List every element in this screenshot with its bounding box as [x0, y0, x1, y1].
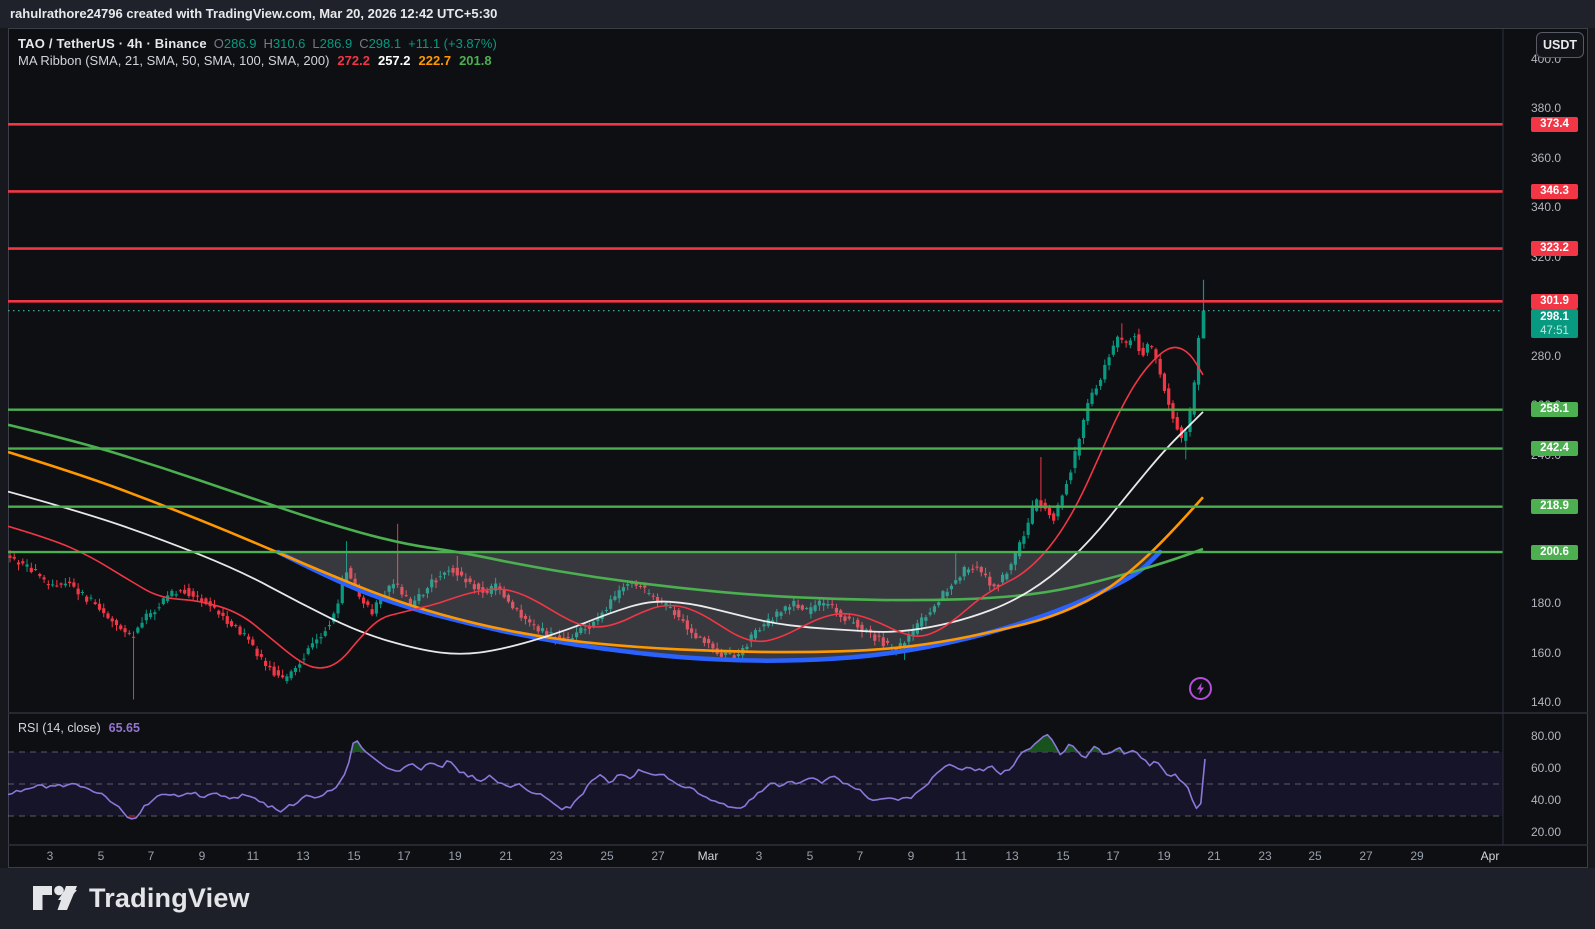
- symbol-row: TAO / TetherUS · 4h · Binance O286.9 H310.…: [18, 35, 497, 52]
- rsi-tick: 80.00: [1530, 729, 1562, 743]
- ohlc-value: 286.9: [319, 36, 353, 51]
- time-tick: 13: [296, 849, 310, 863]
- time-tick: 21: [1207, 849, 1221, 863]
- attribution-text: rahulrathore24796 created with TradingVi…: [10, 6, 498, 21]
- chart-widget[interactable]: [8, 28, 1588, 868]
- ma-value: 272.2: [337, 53, 370, 68]
- time-tick: 9: [907, 849, 915, 863]
- tradingview-logo[interactable]: TradingView: [32, 881, 250, 915]
- ohlc-letter: L: [312, 36, 320, 51]
- support-price-label: 258.1: [1531, 402, 1578, 418]
- attribution-bar: rahulrathore24796 created with TradingVi…: [0, 0, 1595, 28]
- time-tick: 27: [1359, 849, 1373, 863]
- ohlc-values: O286.9 H310.6 L286.9 C298.1: [207, 36, 401, 51]
- price-tick: 380.0: [1530, 101, 1562, 115]
- ma-ribbon-values: 272.2 257.2 222.7 201.8: [329, 53, 491, 68]
- time-tick: 27: [651, 849, 665, 863]
- time-tick: 25: [600, 849, 614, 863]
- lightning-icon[interactable]: [1188, 676, 1213, 701]
- time-tick: 5: [97, 849, 105, 863]
- resistance-price-label: 346.3: [1531, 183, 1578, 199]
- change-value: +11.1 (+3.87%): [408, 36, 497, 51]
- time-tick: 11: [954, 849, 968, 863]
- time-tick: 19: [1157, 849, 1171, 863]
- support-price-label: 218.9: [1531, 499, 1578, 515]
- time-tick: 3: [46, 849, 54, 863]
- lightning-bolt-glyph: [1189, 677, 1212, 700]
- time-tick: 7: [147, 849, 155, 863]
- ohlc-letter: C: [359, 36, 369, 51]
- time-tick: Mar: [697, 849, 719, 863]
- current-price-value: 298.1: [1540, 311, 1569, 323]
- ohlc-letter: O: [213, 36, 224, 51]
- rsi-tick: 40.00: [1530, 793, 1562, 807]
- time-tick: 19: [448, 849, 462, 863]
- time-tick: 17: [397, 849, 411, 863]
- ohlc-value: 286.9: [223, 36, 257, 51]
- price-tick: 340.0: [1530, 200, 1562, 214]
- rsi-tick: 20.00: [1530, 825, 1562, 839]
- price-tick: 180.0: [1530, 596, 1562, 610]
- ohlc-letter: H: [263, 36, 273, 51]
- time-tick: 23: [549, 849, 563, 863]
- symbol-title[interactable]: TAO / TetherUS · 4h · Binance: [18, 36, 207, 51]
- time-tick: 23: [1258, 849, 1272, 863]
- rsi-tick: 60.00: [1530, 761, 1562, 775]
- support-price-label: 242.4: [1531, 441, 1578, 457]
- current-price-label: 298.1 47:51: [1531, 309, 1578, 338]
- ma-value: 257.2: [377, 53, 411, 68]
- time-tick: 15: [1056, 849, 1070, 863]
- tradingview-screenshot: rahulrathore24796 created with TradingVi…: [0, 0, 1595, 929]
- price-tick: 140.0: [1530, 695, 1562, 709]
- rsi-legend: RSI (14, close) 65.65: [18, 721, 140, 735]
- resistance-price-label: 301.9: [1531, 293, 1578, 309]
- currency-toggle-button[interactable]: USDT: [1536, 32, 1584, 58]
- ohlc-value: 310.6: [272, 36, 306, 51]
- time-tick: 15: [347, 849, 361, 863]
- time-tick: 9: [198, 849, 206, 863]
- price-tick: 280.0: [1530, 348, 1562, 363]
- time-tick: Apr: [1480, 849, 1500, 863]
- indicator-title[interactable]: MA Ribbon (SMA, 21, SMA, 50, SMA, 100, S…: [18, 53, 329, 68]
- time-tick: 13: [1005, 849, 1019, 863]
- candle-countdown: 47:51: [1540, 325, 1569, 337]
- resistance-price-label: 323.2: [1531, 241, 1578, 257]
- time-tick: 17: [1106, 849, 1120, 863]
- ohlc-value: 298.1: [368, 36, 402, 51]
- rsi-title[interactable]: RSI (14, close): [18, 721, 101, 735]
- brand-text: TradingView: [89, 882, 250, 913]
- ma-value: 222.7: [418, 53, 452, 68]
- price-tick: 160.0: [1530, 645, 1562, 660]
- time-tick: 21: [499, 849, 513, 863]
- time-tick: 29: [1410, 849, 1424, 863]
- footer-bar: TradingView: [0, 868, 1595, 929]
- ma-value: 201.8: [459, 53, 492, 68]
- rsi-value: 65.65: [108, 721, 140, 735]
- tradingview-glyph-icon: [33, 885, 77, 910]
- time-tick: 7: [856, 849, 864, 863]
- symbol-legend: TAO / TetherUS · 4h · Binance O286.9 H310.…: [18, 35, 497, 69]
- resistance-price-label: 373.4: [1531, 116, 1578, 132]
- indicator-row: MA Ribbon (SMA, 21, SMA, 50, SMA, 100, S…: [18, 52, 497, 69]
- time-tick: 11: [246, 849, 260, 863]
- price-tick: 360.0: [1530, 150, 1562, 165]
- time-tick: 25: [1308, 849, 1322, 863]
- support-price-label: 200.6: [1531, 544, 1578, 560]
- time-tick: 5: [806, 849, 814, 863]
- time-tick: 3: [755, 849, 763, 863]
